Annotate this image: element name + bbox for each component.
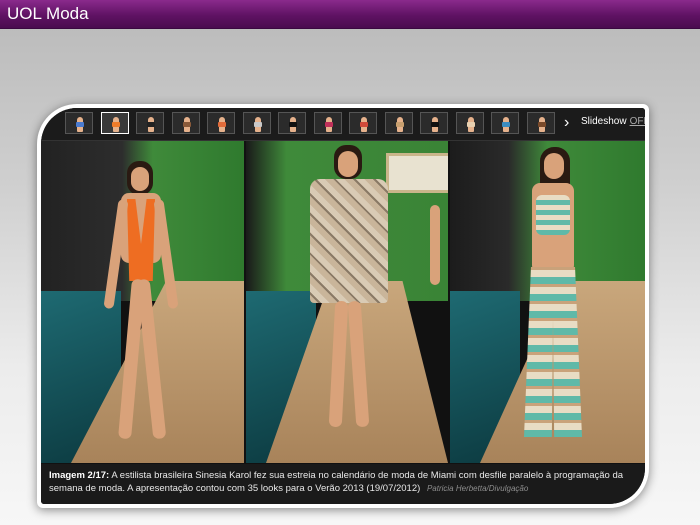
thumbnail-5[interactable] [207,112,235,134]
thumbnail-swatch [182,122,191,127]
slideshow-label: Slideshow [581,116,627,127]
thumbnail-swatch [502,122,510,127]
thumbnail-swatch [253,122,262,127]
slideshow-state[interactable]: OFF [630,116,645,127]
thumbnail-swatch [147,122,155,127]
printed-kaftan [310,179,388,303]
thumbnail-10[interactable] [384,112,413,134]
site-title[interactable]: UOL Moda [7,4,89,24]
thumbnail-swatch [537,122,546,127]
model-face [338,151,358,177]
thumbnail-strip: › SlideshowOFF [41,108,645,141]
thumbnail-3[interactable] [136,112,164,134]
background-model [430,205,440,285]
thumbnail-swatch [360,122,368,127]
main-photo[interactable] [41,141,645,463]
model-face [131,167,149,191]
thumbnail-swatch [431,122,439,127]
thumbnail-swatch [76,122,84,127]
photo-panel-right [450,141,645,463]
caption-index: Imagem 2/17: [49,470,110,481]
thumbnail-swatch [111,122,120,127]
thumbnail-swatch [218,122,226,127]
thumbnail-11[interactable] [420,112,448,134]
thumbnail-swatch [289,122,297,127]
thumbnail-2[interactable] [100,112,129,134]
thumbnail-9[interactable] [349,112,377,134]
photo-credit: Patricia Herbetta/Divulgação [426,484,529,493]
model-face [544,153,564,179]
thumbnail-1[interactable] [65,112,93,134]
print-top [536,195,570,235]
thumbnail-14[interactable] [526,112,555,134]
thumbnail-4[interactable] [171,112,200,134]
gallery-viewer: › SlideshowOFF [41,108,645,504]
thumbnail-12[interactable] [455,112,484,134]
thumbnail-swatch [324,122,333,127]
thumbnail-13[interactable] [491,112,519,134]
thumbnail-7[interactable] [278,112,306,134]
photo-caption: Imagem 2/17: A estilista brasileira Sine… [41,464,645,504]
mirror-frame [386,153,448,193]
photo-panel-center [246,141,448,463]
chevron-right-icon[interactable]: › [564,114,569,132]
thumbnail-6[interactable] [242,112,271,134]
header-bar: UOL Moda [0,0,700,29]
caption-text: A estilista brasileira Sinesia Karol fez… [49,470,624,494]
thumbnail-8[interactable] [313,112,342,134]
slideshow-toggle[interactable]: SlideshowOFF [581,116,645,127]
photo-panel-left [41,141,244,463]
thumbnail-swatch [466,122,475,127]
thumbnail-swatch [395,122,404,127]
